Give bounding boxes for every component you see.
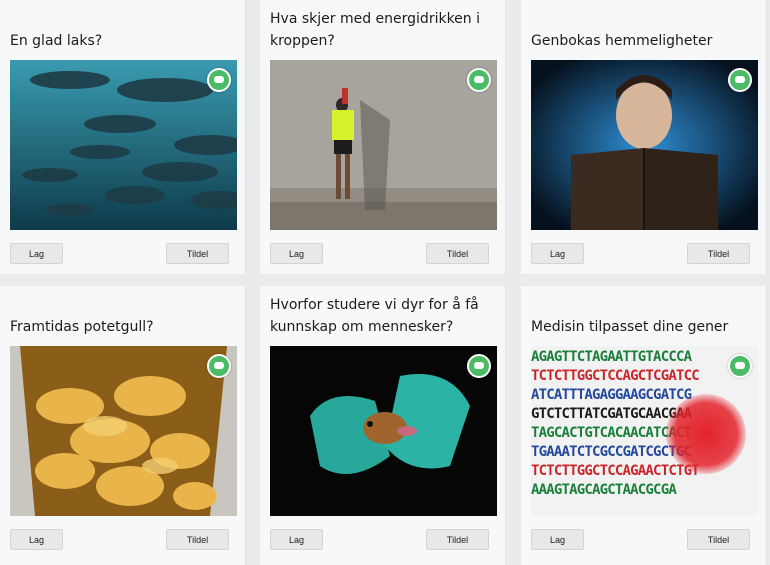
comment-icon[interactable] (207, 354, 231, 378)
salmon-photo (10, 60, 237, 230)
card-image-salmon[interactable] (10, 60, 237, 230)
comment-icon[interactable] (728, 354, 752, 378)
dna-line: TCTCTTGGCTCCAGCTCGATCC (531, 368, 700, 384)
lag-button[interactable]: Lag (270, 243, 323, 264)
dna-line: AGAGTTCTAGAATTGTACCCA (531, 349, 692, 365)
card-title[interactable]: En glad laks? (10, 30, 237, 52)
comment-icon[interactable] (467, 354, 491, 378)
card-image-dyr[interactable] (270, 346, 497, 516)
card-image-medisin[interactable]: AGAGTTCTAGAATTGTACCCA TCTCTTGGCTCCAGCTCG… (531, 346, 758, 516)
tildel-button[interactable]: Tildel (166, 243, 229, 264)
card-salmon[interactable]: En glad laks? Lag Tildel (0, 0, 246, 274)
man-reading-glowing-book-photo (531, 60, 758, 230)
tildel-button[interactable]: Tildel (687, 529, 750, 550)
card-title[interactable]: Genbokas hemmeligheter (531, 30, 758, 52)
lag-button[interactable]: Lag (10, 529, 63, 550)
card-dyr[interactable]: Hvorfor studere vi dyr for å få kunnskap… (260, 286, 506, 565)
potato-chips-bag-photo (10, 346, 237, 516)
card-genbok[interactable]: Genbokas hemmeligheter Lag Tildel (521, 0, 767, 274)
comment-icon[interactable] (467, 68, 491, 92)
card-title[interactable]: Hvorfor studere vi dyr for å få kunnskap… (270, 294, 497, 338)
red-spot (666, 394, 746, 474)
comment-icon[interactable] (207, 68, 231, 92)
card-title[interactable]: Medisin tilpasset dine gener (531, 316, 758, 338)
lag-button[interactable]: Lag (270, 529, 323, 550)
runner-drinking-photo (270, 60, 497, 230)
tildel-button[interactable]: Tildel (426, 243, 489, 264)
card-image-potetgull[interactable] (10, 346, 237, 516)
comment-icon[interactable] (728, 68, 752, 92)
tildel-button[interactable]: Tildel (426, 529, 489, 550)
mouse-in-gloved-hands-photo (270, 346, 497, 516)
tildel-button[interactable]: Tildel (687, 243, 750, 264)
card-image-energy-drink[interactable] (270, 60, 497, 230)
lag-button[interactable]: Lag (531, 243, 584, 264)
lag-button[interactable]: Lag (531, 529, 584, 550)
card-title[interactable]: Hva skjer med energidrikken i kroppen? (270, 8, 497, 52)
tildel-button[interactable]: Tildel (166, 529, 229, 550)
card-title[interactable]: Framtidas potetgull? (10, 316, 237, 338)
dna-line: AAAGTAGCAGCTAACGCGA (531, 482, 677, 498)
card-energy-drink[interactable]: Hva skjer med energidrikken i kroppen? L… (260, 0, 506, 274)
card-image-genbok[interactable] (531, 60, 758, 230)
card-potetgull[interactable]: Framtidas potetgull? Lag Tildel (0, 286, 246, 565)
card-medisin[interactable]: Medisin tilpasset dine gener AGAGTTCTAGA… (521, 286, 767, 565)
lag-button[interactable]: Lag (10, 243, 63, 264)
